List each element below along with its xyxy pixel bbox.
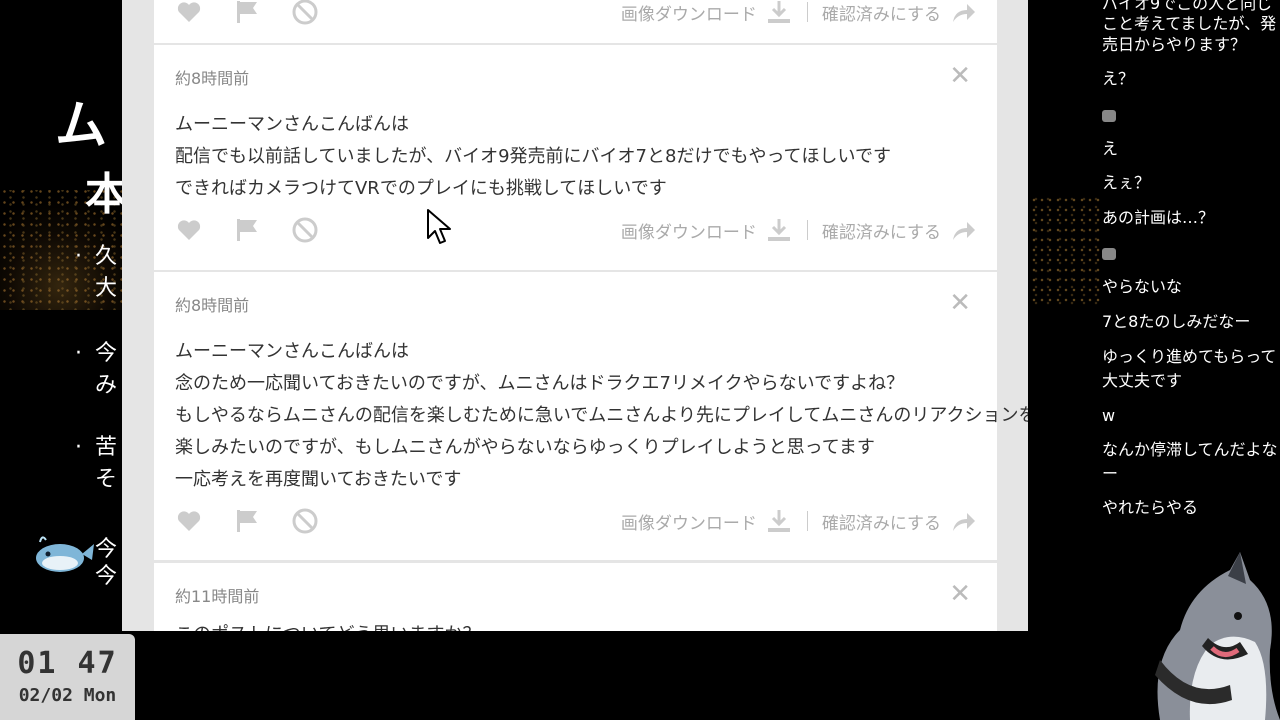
message-line: もしやるならムニさんの配信を楽しむために急いでムニさんより先にプレイしてムニさん… [175,405,1028,426]
chat-message: 売日からやります？ [1102,35,1247,54]
message-body: ムーニーマンさんこんばんは 念のため一応聞いておきたいのですが、ムニさんはドラク… [175,336,1028,496]
card-actions: 画像ダウンロード 確認済みにする [175,0,977,28]
block-icon[interactable] [291,507,319,535]
heart-icon[interactable] [175,216,203,244]
chat-message: やれたらやる [1102,498,1199,517]
mark-confirmed-link[interactable]: 確認済みにする [822,0,941,25]
share-arrow-icon[interactable] [949,0,977,26]
share-arrow-icon[interactable] [949,507,977,535]
message-card: 約8時間前 ✕ ムーニーマンさんこんばんは 念のため一応聞いておきたいのですが、… [154,272,1028,560]
message-line: 楽しみたいのですが、もしムニさんがやらないならゆっくりプレイしようと思ってます [175,437,875,458]
message-line: ムーニーマンさんこんばんは [175,114,409,135]
message-line: 配信でも以前話していましたが、バイオ9発売前にバイオ7と8だけでもやってほしいで… [175,146,892,167]
mouse-cursor-icon [427,209,451,244]
message-time: 約8時間前 [175,296,250,315]
message-line: 念のため一応聞いておきたいのですが、ムニさんはドラクエ7リメイクやらないですよね… [175,373,905,394]
slide-bullet-text: 今 [95,341,118,366]
message-time: 約11時間前 [175,587,260,606]
download-link[interactable]: 画像ダウンロード [621,0,757,25]
chat-message: やらないな [1102,277,1183,296]
message-body: このポストについてどう思いますか？ [175,619,480,631]
flag-icon[interactable] [233,507,261,535]
heart-icon[interactable] [175,0,203,26]
chat-message: なんか停滞してんだよな [1102,440,1278,459]
download-link[interactable]: 画像ダウンロード [621,218,757,243]
close-icon[interactable]: ✕ [949,581,971,607]
flag-icon[interactable] [233,0,261,26]
mark-confirmed-link[interactable]: 確認済みにする [822,509,941,534]
whale-icon [36,536,94,572]
share-arrow-icon[interactable] [949,216,977,244]
chat-message: え？ [1102,69,1135,88]
download-icon[interactable] [765,216,793,244]
flag-icon[interactable] [233,216,261,244]
slide-bullet-text: 大 [95,276,118,301]
message-card: 約11時間前 ✕ このポストについてどう思いますか？ [154,563,997,631]
block-icon[interactable] [291,0,319,26]
slide-bullet-text: 久 [95,244,118,269]
card-actions: 画像ダウンロード 確認済みにする [175,507,977,537]
message-line: できればカメラつけてVRでのプレイにも挑戦してほしいです [175,178,667,199]
close-icon[interactable]: ✕ [949,63,971,89]
download-icon[interactable] [765,507,793,535]
block-icon[interactable] [291,216,319,244]
chat-message: えぇ？ [1102,173,1151,192]
chat-message: ゆっくり進めてもらって [1102,347,1277,366]
message-body: ムーニーマンさんこんばんは 配信でも以前話していましたが、バイオ9発売前にバイオ… [175,109,891,205]
chat-message: w [1102,406,1116,425]
slide-bullet-text: 苦 [95,435,118,460]
chat-message: 大丈夫です [1102,371,1183,390]
mark-confirmed-link[interactable]: 確認済みにする [822,218,941,243]
clock-time: 01 47 [17,646,118,681]
chat-message: え [1102,139,1119,158]
chat-message: 7と8たのしみだなー [1102,312,1251,331]
clock-widget: 01 47 02/02 Mon [0,634,135,720]
download-link[interactable]: 画像ダウンロード [621,509,757,534]
message-card: 約8時間前 ✕ ムーニーマンさんこんばんは 配信でも以前話していましたが、バイオ… [154,45,997,270]
heart-icon[interactable] [175,507,203,535]
message-time: 約8時間前 [175,69,250,88]
slide-bullet-text: そ [95,467,118,492]
card-actions: 画像ダウンロード 確認済みにする [175,216,977,246]
background-cityscape-right [1030,195,1100,305]
chat-message: ー [1102,464,1119,483]
husky-avatar [1155,552,1280,720]
slide-title-line1: ム [55,96,108,156]
chat-emote-icon [1102,248,1116,260]
slide-bullet-text: み [95,373,118,398]
chat-message: あの計画は…？ [1102,208,1215,227]
chat-emote-icon [1102,110,1116,122]
message-line: 一応考えを再度聞いておきたいです [175,469,462,490]
download-icon[interactable] [765,0,793,26]
question-box-window[interactable]: 画像ダウンロード 確認済みにする 約8時間前 ✕ ムーニーマンさんこんばんは 配… [122,0,1028,631]
slide-bullet-text: 今 [95,564,118,589]
message-line: ムーニーマンさんこんばんは [175,341,409,362]
message-line: このポストについてどう思いますか？ [175,619,480,631]
close-icon[interactable]: ✕ [949,290,971,316]
message-card: 画像ダウンロード 確認済みにする [154,0,997,43]
clock-date: 02/02 Mon [18,685,117,706]
slide-bullet-text: 今 [95,537,118,562]
